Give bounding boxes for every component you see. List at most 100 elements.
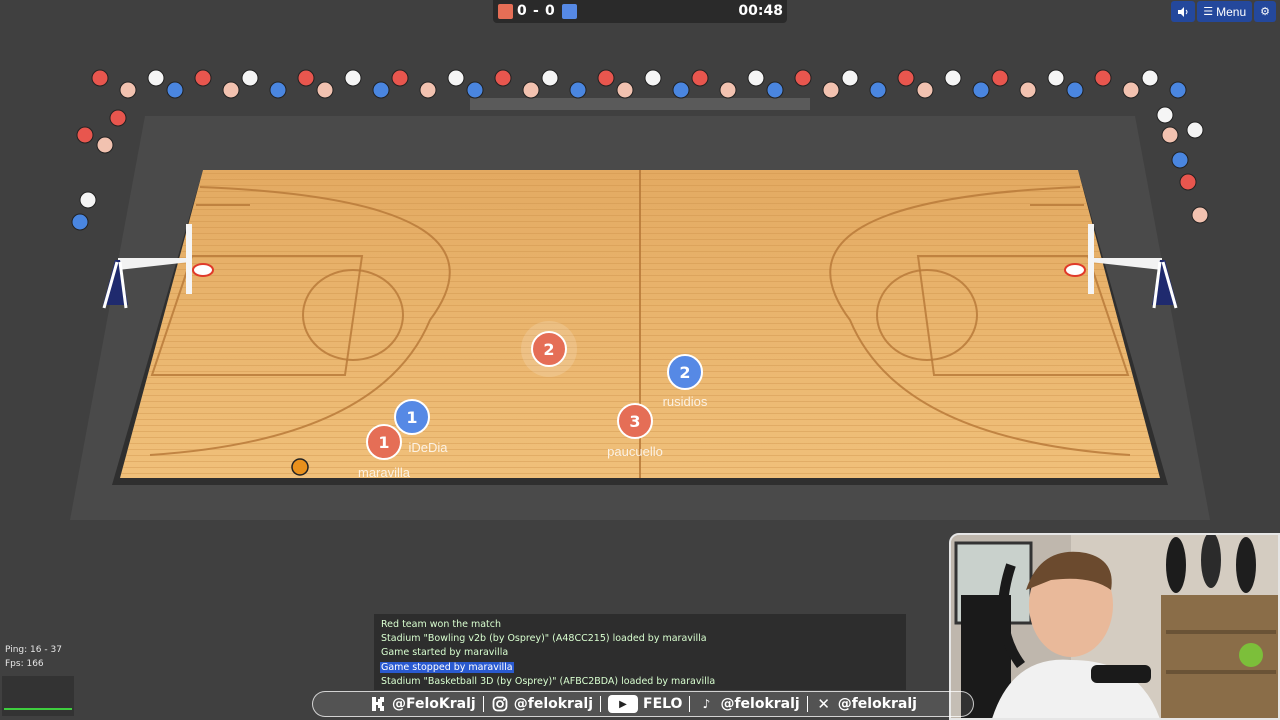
sound-button[interactable] bbox=[1171, 1, 1196, 22]
social-tiktok[interactable]: ♪ @felokralj bbox=[690, 695, 806, 713]
spectator bbox=[419, 81, 437, 99]
top-toolbar: ☰ Menu ⚙ bbox=[1171, 1, 1276, 22]
social-handle: @felokralj bbox=[837, 696, 917, 712]
spectator bbox=[541, 69, 559, 87]
spectator bbox=[166, 81, 184, 99]
social-instagram[interactable]: @felokralj bbox=[484, 695, 600, 713]
fps-readout: Fps: 166 bbox=[5, 659, 44, 669]
spectator bbox=[616, 81, 634, 99]
tiktok-icon: ♪ bbox=[702, 697, 711, 711]
spectator bbox=[466, 81, 484, 99]
spectator bbox=[869, 81, 887, 99]
spectator bbox=[822, 81, 840, 99]
spectator bbox=[1047, 69, 1065, 87]
spectator bbox=[794, 69, 812, 87]
player-number: 1 bbox=[406, 408, 417, 427]
spectator bbox=[1161, 126, 1179, 144]
chat-message: Game started by maravilla bbox=[381, 647, 509, 659]
spectator bbox=[747, 69, 765, 87]
spectator bbox=[1171, 151, 1189, 169]
spectator bbox=[1141, 69, 1159, 87]
spectator bbox=[597, 69, 615, 87]
menu-button[interactable]: ☰ Menu bbox=[1197, 1, 1253, 22]
spectator bbox=[1169, 81, 1187, 99]
player-name: paucuello bbox=[607, 444, 663, 459]
spectator bbox=[766, 81, 784, 99]
spectator bbox=[194, 69, 212, 87]
red-team-swatch bbox=[498, 4, 513, 19]
spectator bbox=[672, 81, 690, 99]
social-kick[interactable]: @FeloKralj bbox=[362, 695, 483, 713]
spectator bbox=[316, 81, 334, 99]
player-red-2: 2 bbox=[521, 321, 577, 377]
social-x[interactable]: ✕ @felokralj bbox=[808, 695, 924, 713]
network-stats: Ping: 16 - 37 Fps: 166 bbox=[5, 643, 62, 671]
basketball bbox=[291, 458, 309, 476]
spectator bbox=[297, 69, 315, 87]
spectator bbox=[569, 81, 587, 99]
spectator bbox=[119, 81, 137, 99]
spectator bbox=[372, 81, 390, 99]
social-bar: @FeloKralj @felokralj ▶ FELO ♪ @felokral… bbox=[312, 691, 974, 717]
player-number: 2 bbox=[543, 340, 554, 359]
youtube-icon: ▶ bbox=[608, 695, 638, 713]
spectator bbox=[222, 81, 240, 99]
blue-score: 0 bbox=[545, 3, 555, 19]
spectator bbox=[344, 69, 362, 87]
network-graph bbox=[2, 676, 74, 716]
spectator bbox=[644, 69, 662, 87]
webcam-overlay bbox=[949, 533, 1280, 720]
chat-message: Red team won the match bbox=[381, 619, 502, 630]
social-handle: FELO bbox=[643, 696, 683, 712]
spectator bbox=[1066, 81, 1084, 99]
ping-readout: Ping: 16 - 37 bbox=[5, 645, 62, 655]
kick-icon bbox=[369, 695, 387, 713]
spectator bbox=[1019, 81, 1037, 99]
spectator bbox=[71, 213, 89, 231]
spectator bbox=[1094, 69, 1112, 87]
player-number: 3 bbox=[629, 412, 640, 431]
player-name: iDeDia bbox=[408, 440, 448, 455]
speaker-icon bbox=[1178, 6, 1188, 17]
spectator bbox=[1186, 121, 1204, 139]
spectator bbox=[841, 69, 859, 87]
menu-label: Menu bbox=[1216, 4, 1247, 19]
social-youtube[interactable]: ▶ FELO bbox=[601, 695, 689, 713]
social-handle: @felokralj bbox=[513, 696, 593, 712]
player-name: maravilla bbox=[358, 465, 411, 480]
spectator bbox=[991, 69, 1009, 87]
chat-message: Stadium "Basketball 3D (by Osprey)" (AFB… bbox=[381, 675, 716, 687]
x-icon: ✕ bbox=[817, 695, 830, 713]
spectator bbox=[494, 69, 512, 87]
spectator bbox=[241, 69, 259, 87]
spectator bbox=[691, 69, 709, 87]
chat-message-highlighted: Game stopped by maravilla bbox=[380, 661, 514, 673]
spectator bbox=[1156, 106, 1174, 124]
social-handle: @felokralj bbox=[720, 696, 800, 712]
player-name: rusidios bbox=[663, 394, 708, 409]
player-number: 1 bbox=[378, 433, 389, 452]
spectator bbox=[147, 69, 165, 87]
hamburger-icon: ☰ bbox=[1203, 5, 1214, 18]
gear-icon: ⚙ bbox=[1260, 5, 1270, 18]
scoreboard: 0 - 0 00:48 bbox=[493, 0, 787, 23]
spectator bbox=[944, 69, 962, 87]
score-separator: - bbox=[533, 3, 539, 19]
spectator bbox=[391, 69, 409, 87]
blue-team-swatch bbox=[562, 4, 577, 19]
chat-message: Stadium "Bowling v2b (by Osprey)" (A48CC… bbox=[381, 633, 707, 645]
spectator bbox=[79, 191, 97, 209]
settings-button[interactable]: ⚙ bbox=[1254, 1, 1276, 22]
spectator bbox=[522, 81, 540, 99]
social-handle: @FeloKralj bbox=[392, 696, 476, 712]
chat-log: Red team won the match Stadium "Bowling … bbox=[374, 614, 906, 690]
spectator bbox=[1122, 81, 1140, 99]
spectator bbox=[1191, 206, 1209, 224]
spectator bbox=[719, 81, 737, 99]
spectator bbox=[897, 69, 915, 87]
spectator bbox=[91, 69, 109, 87]
spectator bbox=[972, 81, 990, 99]
match-timer: 00:48 bbox=[738, 3, 783, 19]
spectator bbox=[76, 126, 94, 144]
red-score: 0 bbox=[517, 3, 527, 19]
